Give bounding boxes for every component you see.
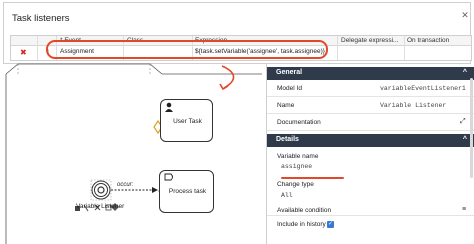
general-section-header[interactable]: General ^	[267, 67, 474, 80]
general-header-label: General	[276, 69, 303, 76]
user-task-shape[interactable]: User Task	[160, 99, 213, 142]
available-condition-row[interactable]: Available condition ≡	[267, 203, 474, 216]
occur-label: occur:	[117, 182, 134, 188]
model-id-row: Model Id variableEventListener1	[267, 80, 474, 97]
script-icon	[164, 173, 173, 181]
name-label: Name	[277, 102, 295, 109]
variable-listener-label: Variable Listener	[76, 203, 125, 210]
highlight-underline	[281, 177, 344, 179]
menu-icon[interactable]: ≡	[462, 206, 466, 213]
panel-scrollbar[interactable]	[470, 78, 473, 178]
documentation-row[interactable]: Documentation ⤢	[267, 114, 474, 131]
properties-panel: General ^ Model Id variableEventListener…	[266, 64, 474, 244]
details-section-header[interactable]: Details ^	[267, 134, 474, 147]
change-type-select[interactable]: All	[277, 192, 473, 202]
change-type-label: Change type	[277, 181, 314, 188]
model-id-value[interactable]: variableEventListener1	[380, 85, 466, 92]
available-condition-label: Available condition	[277, 207, 332, 214]
user-task-label: User Task	[173, 118, 202, 125]
variable-name-label: Variable name	[277, 153, 319, 160]
connector-arrowhead	[152, 187, 158, 193]
pool-border	[5, 63, 262, 75]
annotation-arrow	[221, 65, 235, 89]
details-header-label: Details	[276, 136, 299, 143]
chevron-up-icon[interactable]: ^	[463, 136, 467, 143]
screen: { "dialog": { "title": "Task listeners",…	[0, 0, 474, 244]
name-row: Name Variable Listener	[267, 97, 474, 114]
variable-name-input[interactable]: assignee	[277, 163, 473, 173]
annotation-arrowhead	[219, 83, 229, 91]
include-history-checkbox[interactable]: ✓	[327, 221, 334, 228]
user-icon	[165, 102, 173, 112]
process-task-shape[interactable]: Process task	[159, 170, 214, 213]
include-history-label: Include in history	[277, 221, 326, 228]
documentation-label: Documentation	[277, 119, 321, 126]
model-id-label: Model Id	[277, 85, 302, 92]
expand-icon[interactable]: ⤢	[460, 118, 466, 126]
pool-tab-marks	[17, 64, 151, 74]
name-value[interactable]: Variable Listener	[380, 102, 446, 109]
chevron-up-icon[interactable]: ^	[463, 69, 467, 76]
process-task-label: Process task	[168, 188, 207, 195]
